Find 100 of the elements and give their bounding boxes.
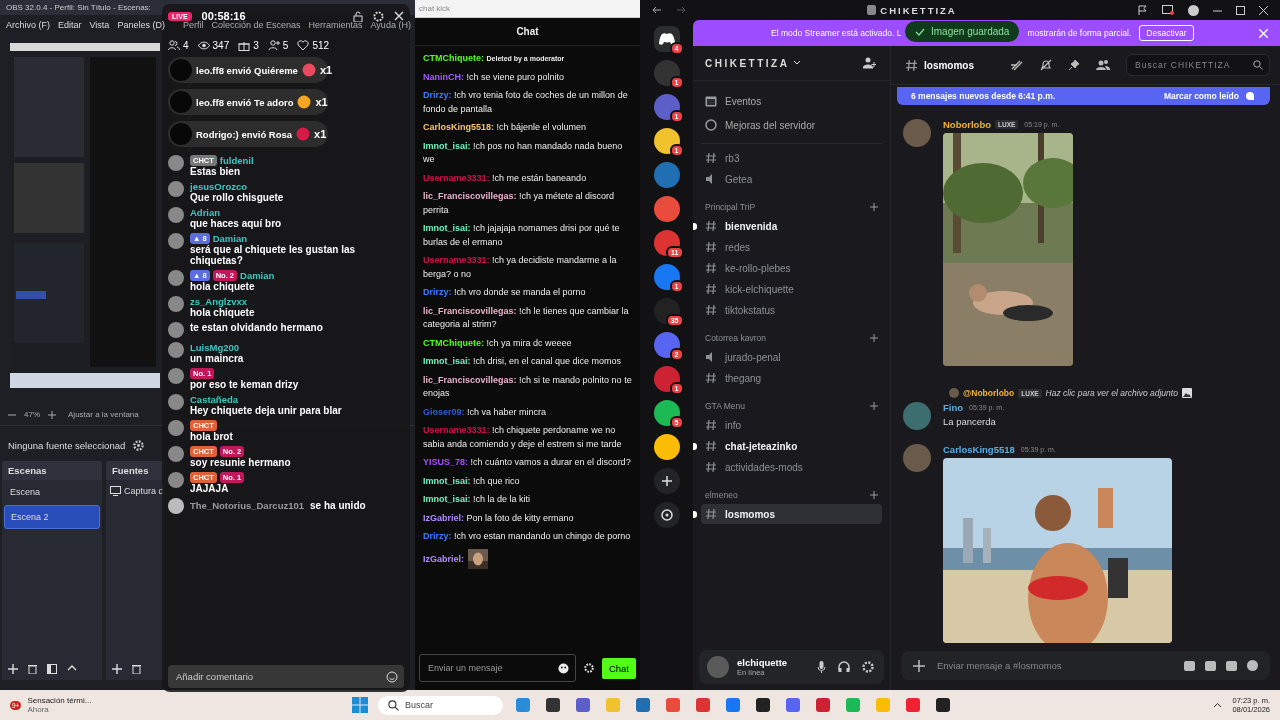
menu-item[interactable]: Ayuda (H) <box>370 20 411 30</box>
channel-item[interactable]: kick-elchiquette <box>701 279 882 299</box>
mark-read-link[interactable]: Marcar como leído <box>1163 91 1239 101</box>
avatar <box>903 119 931 147</box>
mark-read-icon <box>1245 91 1256 101</box>
category-header[interactable]: Principal TriP <box>705 202 756 212</box>
menu-item[interactable]: Vista <box>89 20 110 30</box>
message-field[interactable]: Enviar un mensaje <box>426 662 558 674</box>
trash-icon[interactable] <box>132 664 141 674</box>
members-icon[interactable] <box>1096 59 1110 71</box>
server-icon[interactable] <box>653 332 680 358</box>
search-field[interactable]: Buscar CHIKETTIZA <box>1133 59 1253 71</box>
screen-icon[interactable] <box>1162 5 1174 15</box>
menu-item[interactable]: Colección de Escenas <box>211 20 301 30</box>
message-box[interactable]: Enviar un mensaje <box>419 654 576 682</box>
menu-item[interactable]: Editar <box>58 20 82 30</box>
category-header[interactable]: Cotorrea kavron <box>705 333 766 343</box>
discord-home-icon[interactable] <box>653 26 680 52</box>
maximize-icon[interactable] <box>1236 5 1245 15</box>
trash-icon[interactable] <box>28 664 37 674</box>
sticker-icon[interactable] <box>1226 659 1237 672</box>
comment-field[interactable]: Añadir comentario <box>174 670 386 683</box>
settings-icon[interactable] <box>373 10 384 22</box>
composer-box[interactable]: Enviar mensaje a #losmomos <box>901 651 1270 680</box>
channel-item[interactable]: tiktokstatus <box>701 300 882 320</box>
zoom-in-icon[interactable] <box>48 410 56 419</box>
pin-icon[interactable] <box>1068 59 1080 71</box>
back-arrow-icon[interactable] <box>652 6 662 14</box>
channel-item[interactable]: rb3 <box>701 148 882 168</box>
category-header[interactable]: GTA Menu <box>705 401 745 411</box>
new-messages-bar[interactable]: 6 mensajes nuevos desde 6:41 p.m. Marcar como leído <box>897 87 1270 105</box>
app-icon[interactable] <box>545 698 560 712</box>
forward-arrow-icon[interactable] <box>676 6 686 14</box>
emoji-icon[interactable] <box>1247 660 1258 671</box>
chat-message: CTMChiquete: !ch ya mira dc weeee <box>423 336 573 350</box>
menu-item[interactable]: Archivo (F) <box>6 20 50 30</box>
source-item[interactable]: Captura d <box>124 486 164 496</box>
menu-item[interactable]: Paneles (D) <box>117 20 165 30</box>
bell-muted-icon[interactable] <box>1040 59 1052 71</box>
add-icon[interactable] <box>870 203 878 211</box>
search-box[interactable]: Buscar CHIKETTIZA <box>1126 54 1270 76</box>
server-icon[interactable] <box>653 400 680 426</box>
add-icon[interactable] <box>870 402 878 410</box>
smiley-icon[interactable] <box>386 670 398 683</box>
threads-icon[interactable] <box>1010 59 1024 71</box>
channel-item[interactable]: jurado-penal <box>701 347 882 367</box>
server-icon[interactable] <box>653 434 680 460</box>
channel-item[interactable]: bienvenida <box>701 216 882 236</box>
add-icon[interactable] <box>913 659 925 672</box>
server-name[interactable]: CHIKETTIZA <box>705 57 790 69</box>
close-icon[interactable] <box>394 11 404 21</box>
add-icon[interactable] <box>870 491 878 499</box>
menu-item[interactable]: Herramientas <box>308 20 363 30</box>
channel-item[interactable]: info <box>701 415 882 435</box>
message-field[interactable]: Enviar mensaje a #losmomos <box>935 659 1174 672</box>
send-button[interactable]: Chat <box>601 657 636 679</box>
menu-item[interactable]: Eventos <box>725 95 762 107</box>
settings-icon[interactable] <box>133 440 145 451</box>
reply-preview[interactable]: Haz clic para ver el archivo adjunto <box>1045 388 1178 398</box>
add-person-icon[interactable] <box>863 57 876 69</box>
app-icon[interactable] <box>755 698 770 712</box>
channel-item[interactable]: chat-jeteazinko <box>701 436 882 456</box>
comment-box[interactable]: Añadir comentario <box>168 665 404 688</box>
chevron-down-icon[interactable] <box>793 60 802 66</box>
compass-icon[interactable] <box>653 502 680 528</box>
channel-item[interactable]: losmomos <box>701 504 882 524</box>
scene-item[interactable]: Escena 2 <box>4 505 100 529</box>
add-icon[interactable] <box>870 334 878 342</box>
server-icon[interactable] <box>653 230 680 256</box>
search-field[interactable]: Buscar <box>377 695 503 715</box>
settings-icon[interactable] <box>862 661 874 673</box>
add-server-icon[interactable] <box>653 468 680 494</box>
category-header[interactable]: elmeneo <box>705 490 738 500</box>
fit-dropdown[interactable]: Ajustar a la ventana <box>64 410 139 419</box>
server-icon[interactable] <box>653 298 680 324</box>
gift-icon[interactable] <box>1184 659 1195 672</box>
gif-icon[interactable] <box>1205 659 1216 672</box>
chevron-up-icon[interactable] <box>1213 702 1223 708</box>
scene-item[interactable]: Escena <box>4 481 100 503</box>
menu-item[interactable]: Perfil <box>182 20 204 30</box>
channel-item[interactable]: Getea <box>701 169 882 189</box>
channel-item[interactable]: ke-rollo-plebes <box>701 258 882 278</box>
windows-logo-icon[interactable] <box>351 697 368 713</box>
search-icon[interactable] <box>1253 60 1263 70</box>
app-icon[interactable] <box>935 698 950 712</box>
filter-icon[interactable] <box>47 664 57 674</box>
help-icon[interactable] <box>1188 4 1199 16</box>
channel-item[interactable]: redes <box>701 237 882 257</box>
smiley-icon[interactable] <box>557 662 569 674</box>
channel-item[interactable]: actividades-mods <box>701 457 882 477</box>
close-icon[interactable] <box>1259 5 1268 15</box>
flag-icon[interactable] <box>1138 5 1148 15</box>
headphones-icon[interactable] <box>838 661 850 673</box>
address-field[interactable]: chat kick <box>415 0 640 18</box>
channel-item[interactable]: thegang <box>701 368 882 388</box>
menu-item[interactable]: Mejoras del servidor <box>725 119 816 131</box>
microphone-icon[interactable] <box>817 661 826 673</box>
deactivate-button[interactable]: Desactivar <box>1139 25 1194 41</box>
server-icon[interactable] <box>653 128 680 154</box>
lock-icon[interactable] <box>353 10 363 22</box>
